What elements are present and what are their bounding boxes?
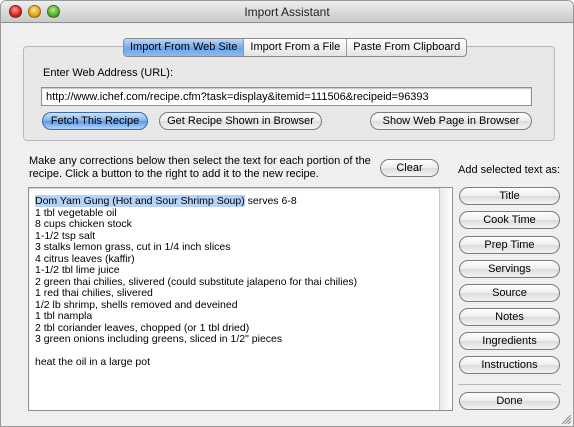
selected-title-text[interactable]: Dom Yam Gung (Hot and Sour Shrimp Soup) <box>35 195 245 207</box>
clear-button[interactable]: Clear <box>380 159 439 177</box>
import-assistant-window: Import Assistant Import From Web Site Im… <box>0 0 574 427</box>
title-bar[interactable]: Import Assistant <box>1 1 573 23</box>
import-source-tabs: Import From Web Site Import From a File … <box>123 38 468 57</box>
add-prep-time-button[interactable]: Prep Time <box>459 236 560 254</box>
editor-scrollbar[interactable] <box>439 188 452 410</box>
recipe-text-editor[interactable]: Dom Yam Gung (Hot and Sour Shrimp Soup) … <box>28 187 453 411</box>
add-ingredients-button[interactable]: Ingredients <box>459 332 560 350</box>
get-recipe-shown-button[interactable]: Get Recipe Shown in Browser <box>159 112 322 130</box>
add-instructions-button[interactable]: Instructions <box>459 356 560 374</box>
instructions-text: Make any corrections below then select t… <box>29 155 371 180</box>
done-button[interactable]: Done <box>459 392 560 410</box>
url-label: Enter Web Address (URL): <box>43 67 174 79</box>
fetch-recipe-button[interactable]: Fetch This Recipe <box>42 112 148 130</box>
add-title-button[interactable]: Title <box>459 187 560 205</box>
recipe-body-text[interactable]: 1 tbl vegetable oil 8 cups chicken stock… <box>35 207 357 369</box>
add-cook-time-button[interactable]: Cook Time <box>459 211 560 229</box>
window-title: Import Assistant <box>244 5 330 19</box>
title-rest-text[interactable]: serves 6-8 <box>245 195 297 207</box>
recipe-text[interactable]: Dom Yam Gung (Hot and Sour Shrimp Soup) … <box>35 195 435 369</box>
add-notes-button[interactable]: Notes <box>459 308 560 326</box>
show-web-page-button[interactable]: Show Web Page in Browser <box>370 112 532 130</box>
tab-paste-from-clipboard[interactable]: Paste From Clipboard <box>347 39 466 56</box>
url-input[interactable] <box>41 87 532 106</box>
add-servings-button[interactable]: Servings <box>459 260 560 278</box>
add-selected-label: Add selected text as: <box>458 164 561 176</box>
tab-import-from-web-site[interactable]: Import From Web Site <box>124 39 245 56</box>
button-divider <box>458 384 561 385</box>
tab-import-from-file[interactable]: Import From a File <box>244 39 348 56</box>
add-source-button[interactable]: Source <box>459 284 560 302</box>
resize-grip-icon[interactable] <box>561 414 571 424</box>
